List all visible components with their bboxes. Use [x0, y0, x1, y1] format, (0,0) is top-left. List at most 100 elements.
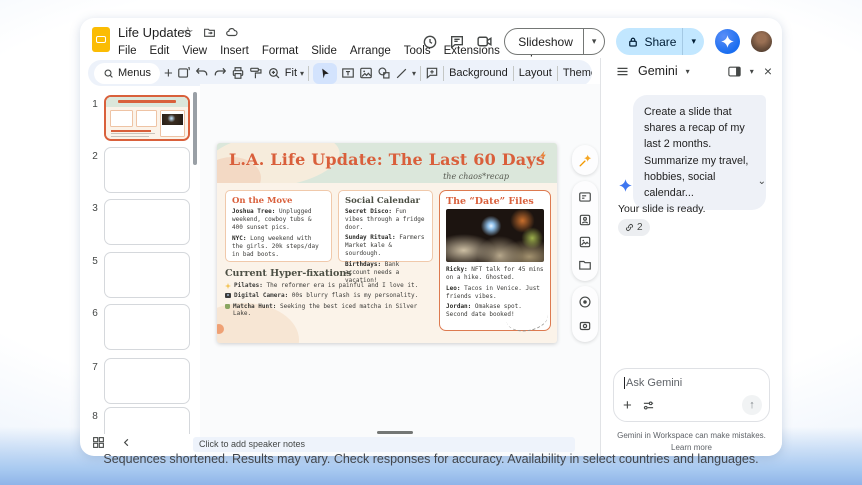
- gemini-panel-title[interactable]: Gemini: [638, 64, 678, 78]
- zoom-icon[interactable]: [267, 66, 281, 80]
- line-tool-dropdown[interactable]: ▾: [412, 69, 416, 78]
- learn-more-link[interactable]: Learn more: [671, 443, 712, 452]
- tune-icon[interactable]: [642, 399, 655, 412]
- shapes-tool[interactable]: [377, 66, 391, 80]
- text-cursor: [624, 377, 625, 389]
- hamburger-icon[interactable]: [615, 64, 630, 79]
- slide-thumbnail-2[interactable]: [104, 147, 190, 193]
- new-slide-layout-button[interactable]: [177, 66, 191, 80]
- lightning-bolt-icon: [538, 150, 549, 161]
- notes-card-icon[interactable]: [578, 190, 592, 204]
- ask-gemini-input[interactable]: Ask Gemini + ↑: [613, 368, 770, 422]
- card-social-calendar[interactable]: Social Calendar Secret Disco: Fun vibes …: [338, 190, 433, 262]
- speaker-notes[interactable]: Click to add speaker notes: [193, 437, 575, 452]
- search-icon: [103, 68, 114, 79]
- slideshow-button[interactable]: Slideshow: [505, 35, 583, 49]
- add-comment-tool[interactable]: [425, 66, 439, 80]
- slide-thumbnail-8[interactable]: [104, 407, 190, 434]
- slide-thumbnail-7[interactable]: [104, 358, 190, 404]
- slideshow-button-group: Slideshow ▾: [504, 28, 605, 55]
- record-icon[interactable]: [578, 295, 592, 309]
- menu-arrange[interactable]: Arrange: [350, 45, 391, 57]
- menus-search-button[interactable]: Menus: [94, 63, 160, 84]
- menu-format[interactable]: Format: [262, 45, 298, 57]
- dinner-photo: [446, 209, 544, 262]
- slide-thumbnail-6[interactable]: [104, 304, 190, 350]
- theme-button[interactable]: Theme: [562, 67, 592, 79]
- print-icon[interactable]: [231, 66, 245, 80]
- menu-edit[interactable]: Edit: [150, 45, 170, 57]
- gemini-wand-icon[interactable]: [578, 153, 593, 168]
- slide-title[interactable]: L.A. Life Update: The Last 60 Days: [217, 150, 557, 169]
- comments-icon[interactable]: [449, 34, 465, 50]
- camera-rail-icon[interactable]: [578, 319, 592, 333]
- undo-icon[interactable]: [195, 66, 209, 80]
- gemini-button[interactable]: [715, 29, 740, 54]
- share-dropdown[interactable]: ▾: [683, 36, 704, 47]
- notes-resize-handle[interactable]: [377, 431, 413, 434]
- filmstrip-scrollbar[interactable]: [193, 92, 197, 165]
- apps-rail-group: [572, 181, 598, 281]
- send-button[interactable]: ↑: [742, 395, 762, 415]
- capture-rail-group: [572, 286, 598, 342]
- account-avatar[interactable]: [751, 31, 772, 52]
- video-caption: Sequences shortened. Results may vary. C…: [0, 452, 862, 466]
- slide-canvas[interactable]: L.A. Life Update: The Last 60 Days the c…: [200, 84, 600, 456]
- app-window: Life Updates ☆ File Edit View Insert For…: [80, 18, 782, 456]
- background-button[interactable]: Background: [448, 67, 509, 79]
- gemini-disclaimer: Gemini in Workspace can make mistakes. L…: [601, 430, 782, 454]
- share-button[interactable]: Share: [639, 35, 682, 49]
- paint-format-icon[interactable]: [249, 66, 263, 80]
- menu-view[interactable]: View: [182, 45, 207, 57]
- slide-number: 6: [88, 308, 102, 319]
- slide-thumbnail-1[interactable]: [104, 95, 190, 141]
- new-slide-button[interactable]: +: [164, 65, 173, 82]
- panel-layout-icon[interactable]: [727, 64, 742, 79]
- sources-chip[interactable]: 2: [618, 219, 650, 236]
- attach-plus-icon[interactable]: +: [623, 399, 632, 412]
- gemini-title-dropdown[interactable]: ▾: [686, 67, 690, 76]
- slides-logo[interactable]: [92, 27, 110, 52]
- photos-icon[interactable]: [578, 235, 592, 249]
- version-history-icon[interactable]: [422, 34, 438, 50]
- matcha-cup-icon: [225, 304, 230, 309]
- link-icon: [625, 223, 634, 232]
- redo-icon[interactable]: [213, 66, 227, 80]
- move-folder-icon[interactable]: [203, 26, 216, 39]
- collapse-response-chevron[interactable]: ⌄: [758, 176, 766, 187]
- textbox-tool[interactable]: [341, 66, 355, 80]
- star-icon[interactable]: ☆: [182, 25, 194, 39]
- layout-button[interactable]: Layout: [518, 67, 553, 79]
- current-slide[interactable]: L.A. Life Update: The Last 60 Days the c…: [217, 143, 557, 343]
- gemini-rail-group: [572, 145, 598, 175]
- card-hyper-fixations[interactable]: Current Hyper-fixations Pilates: The ref…: [225, 268, 437, 321]
- folder-icon[interactable]: [578, 258, 592, 272]
- meet-camera-icon[interactable]: [476, 33, 493, 50]
- slide-thumbnail-3[interactable]: [104, 199, 190, 245]
- close-panel-icon[interactable]: ×: [764, 63, 772, 79]
- slide-subtitle[interactable]: the chaos*recap: [443, 172, 509, 181]
- user-prompt-bubble: Create a slide that shares a recap of my…: [633, 95, 766, 210]
- share-button-group: Share ▾: [616, 28, 704, 55]
- slideshow-dropdown[interactable]: ▾: [584, 36, 605, 47]
- cloud-status-icon[interactable]: [225, 25, 239, 39]
- fit-zoom-select[interactable]: Fit▾: [285, 67, 304, 79]
- gemini-sparkle-icon: [618, 178, 633, 193]
- insert-image-tool[interactable]: [359, 66, 373, 80]
- card-date-files[interactable]: The “Date” Files Ricky: NFT talk for 45 …: [439, 190, 551, 331]
- panel-layout-dropdown[interactable]: ▾: [750, 67, 754, 76]
- slide-number: 8: [88, 411, 102, 422]
- menu-slide[interactable]: Slide: [311, 45, 337, 57]
- slide-number: 5: [88, 256, 102, 267]
- slide-thumbnail-5[interactable]: [104, 252, 190, 298]
- menu-file[interactable]: File: [118, 45, 137, 57]
- grid-view-icon[interactable]: [92, 436, 105, 449]
- collapse-filmstrip-chevron[interactable]: [121, 437, 132, 448]
- menu-insert[interactable]: Insert: [220, 45, 249, 57]
- card-on-the-move[interactable]: On the Move Joshua Tree: Unplugged weeke…: [225, 190, 332, 262]
- select-tool[interactable]: [313, 63, 337, 84]
- contacts-icon[interactable]: [578, 213, 592, 227]
- document-title[interactable]: Life Updates: [118, 25, 191, 40]
- gemini-panel: Gemini ▾ ▾ × Create a slide that shares …: [600, 58, 782, 456]
- line-tool[interactable]: [395, 67, 408, 80]
